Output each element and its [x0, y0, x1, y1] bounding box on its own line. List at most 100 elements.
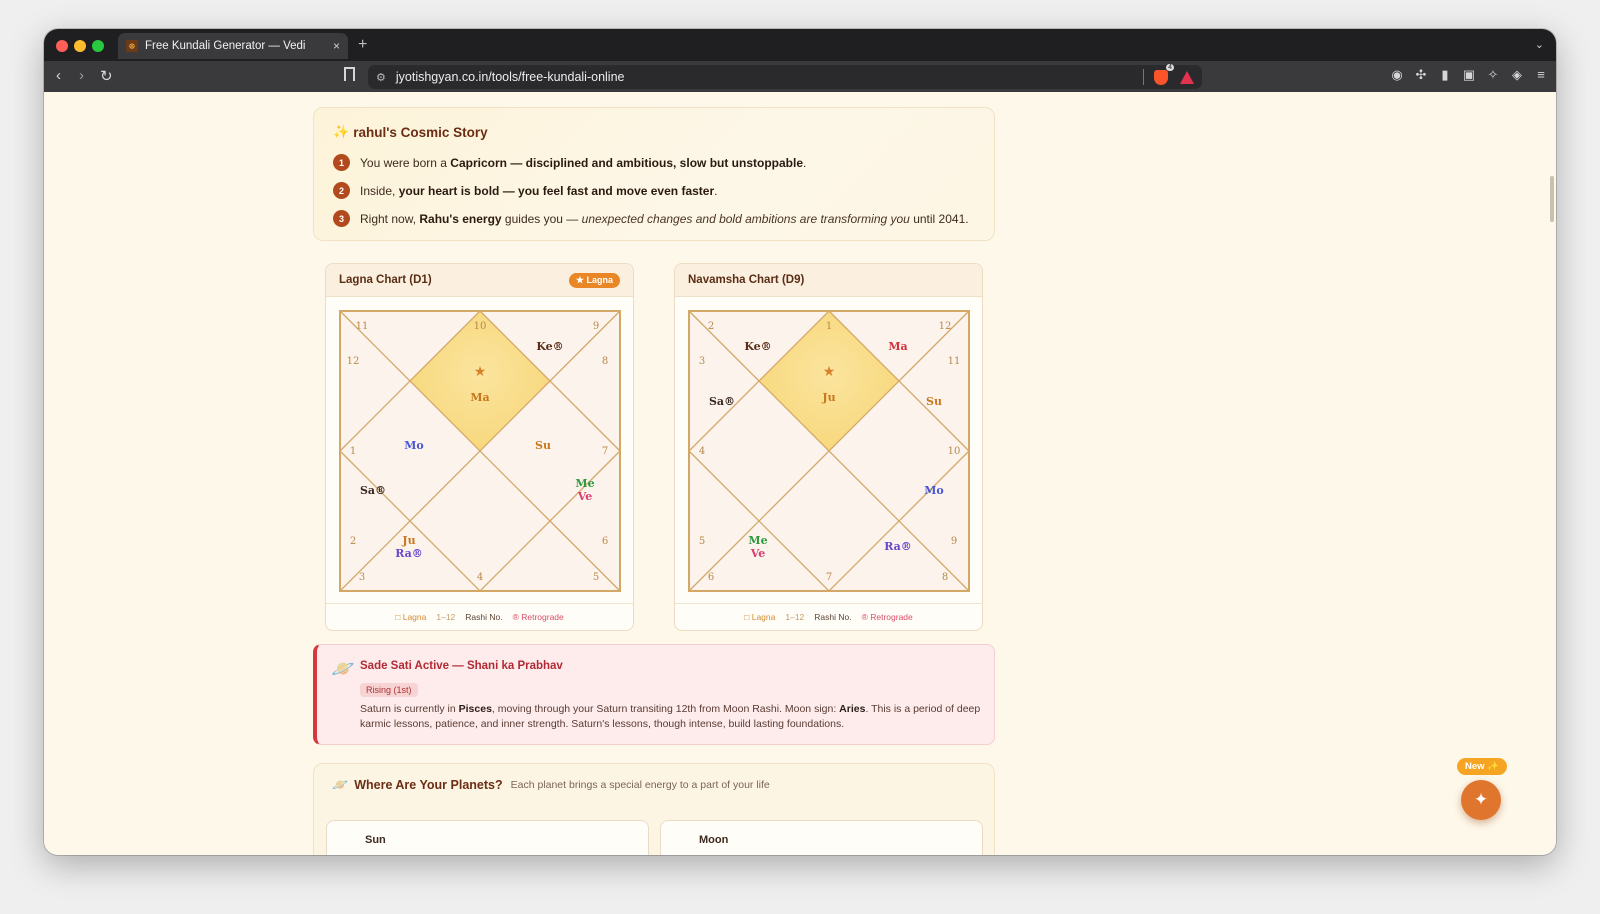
planet-label: Mo	[924, 484, 944, 497]
planet-placements-section: 🪐 Where Are Your Planets? Each planet br…	[313, 763, 995, 855]
brave-rewards-icon[interactable]	[1180, 70, 1194, 84]
ai-assistant-button[interactable]: ✦	[1461, 780, 1501, 820]
text-segment: unexpected changes and bold ambitions ar…	[581, 211, 910, 226]
story-list: 1 You were born a Capricorn — disciplined…	[333, 154, 975, 227]
planet-label: Sa®	[360, 484, 386, 497]
planet-label: Ke®	[744, 340, 771, 353]
legend-lagna: □ Lagna	[395, 612, 427, 622]
bookmark-icon[interactable]	[344, 67, 355, 81]
close-window-button[interactable]	[56, 40, 68, 52]
planet-name: Moon	[699, 834, 729, 846]
site-settings-icon[interactable]: ⚙	[376, 71, 386, 84]
text-segment: You were born a	[360, 155, 451, 170]
house-number: 5	[593, 572, 599, 583]
text-segment: Pisces	[458, 703, 492, 715]
active-tab[interactable]: ☸ Free Kundali Generator — Vedi ×	[118, 33, 348, 59]
text-segment: , moving through your Saturn transiting …	[491, 703, 840, 715]
legend-rashi: Rashi No.	[465, 612, 503, 622]
planet-label: Ve	[750, 547, 766, 560]
browser-window: ☸ Free Kundali Generator — Vedi × + ⌄ ‹ …	[44, 29, 1556, 855]
house-number: 6	[602, 536, 608, 547]
planet-card-moon[interactable]: Moon	[660, 820, 983, 855]
planet-label: Su	[926, 395, 942, 408]
story-item: 2 Inside, your heart is bold — you feel f…	[333, 182, 975, 199]
cosmic-story-card: ✨ rahul's Cosmic Story 1 You were born a …	[313, 107, 995, 241]
planet-label: Ve	[577, 490, 593, 503]
saturn-icon: 🪐	[331, 659, 355, 680]
forward-icon[interactable]: ›	[79, 67, 84, 84]
extensions-icon[interactable]: ✣	[1414, 67, 1428, 83]
legend-lagna: □ Lagna	[744, 612, 776, 622]
navamsha-chart-legend: □ Lagna 1–12 Rashi No. ® Retrograde	[675, 603, 982, 630]
lagna-chart-title: Lagna Chart (D1)	[339, 274, 432, 286]
brave-shields-icon[interactable]	[1154, 63, 1175, 85]
zoom-window-button[interactable]	[92, 40, 104, 52]
text-segment: Aries	[839, 703, 866, 715]
address-bar[interactable]: ⚙ jyotishgyan.co.in/tools/free-kundali-o…	[368, 63, 1202, 89]
url-text[interactable]: jyotishgyan.co.in/tools/free-kundali-onl…	[396, 70, 1143, 84]
tab-list-chevron-icon[interactable]: ⌄	[1535, 38, 1544, 51]
text-segment: guides you —	[501, 211, 582, 226]
planet-label: Ju	[401, 534, 415, 547]
sade-sati-phase-badge: Rising (1st)	[360, 683, 418, 697]
toolbar-icons: ◉ ✣ ▮ ▣ ✧ ◈ ≡	[1390, 67, 1548, 83]
minimize-window-button[interactable]	[74, 40, 86, 52]
sade-sati-alert: 🪐 Sade Sati Active — Shani ka Prabhav Ri…	[313, 644, 995, 745]
planet-label: Ma	[888, 340, 907, 353]
story-step-number: 2	[333, 182, 350, 199]
house-number: 11	[948, 356, 961, 367]
sidebar-icon[interactable]: ▮	[1438, 67, 1452, 83]
lagna-badge: ★ Lagna	[568, 272, 620, 288]
house-number: 12	[347, 356, 360, 367]
text-segment: Rahu's energy	[419, 211, 502, 226]
navamsha-chart-header: Navamsha Chart (D9)	[675, 264, 982, 297]
house-number: 10	[474, 321, 487, 332]
reload-icon[interactable]: ↻	[100, 67, 113, 85]
lagna-chart-card: Lagna Chart (D1) ★ Lagna 10 9 8 7 6 5 4 3 2 1 12 11…	[325, 263, 634, 631]
planet-label: Sa®	[709, 395, 735, 408]
planet-card-sun[interactable]: Sun	[326, 820, 649, 855]
page-content: ✨ rahul's Cosmic Story 1 You were born a …	[44, 92, 1556, 855]
legend-rashi: Rashi No.	[814, 612, 852, 622]
house-number: 7	[602, 446, 608, 457]
text-segment: Inside,	[360, 183, 399, 198]
story-step-number: 3	[333, 210, 350, 227]
page-scrollbar[interactable]	[1550, 176, 1554, 222]
saturn-icon: 🪐	[332, 777, 349, 792]
leo-ai-icon[interactable]: ✧	[1486, 67, 1500, 83]
new-tab-button[interactable]: +	[358, 36, 367, 54]
legend-retrograde: ® Retrograde	[512, 612, 564, 622]
new-feature-pill[interactable]: New ✨	[1457, 758, 1508, 775]
house-number: 8	[942, 572, 948, 583]
tab-close-icon[interactable]: ×	[333, 39, 340, 53]
site-favicon-icon: ☸	[126, 40, 138, 52]
tab-strip: ☸ Free Kundali Generator — Vedi × + ⌄	[44, 29, 1556, 61]
text-segment: your heart is bold — you feel fast and m…	[398, 183, 715, 198]
house-number: 9	[593, 321, 599, 332]
planets-title: Where Are Your Planets?	[354, 778, 503, 792]
sade-sati-title: Sade Sati Active — Shani ka Prabhav	[360, 660, 563, 672]
cosmic-story-heading: ✨ rahul's Cosmic Story	[333, 124, 975, 140]
house-number: 4	[699, 446, 705, 457]
lagna-star-icon: ★	[823, 363, 836, 379]
screenshot-icon[interactable]: ◉	[1390, 67, 1404, 83]
lagna-star-icon: ★	[474, 363, 487, 379]
vpn-icon[interactable]: ◈	[1510, 67, 1524, 83]
house-number: 3	[359, 572, 365, 583]
sparkle-magic-icon: ✦	[1473, 790, 1489, 809]
sparkle-icon: ✨	[333, 124, 350, 139]
story-text: Right now, Rahu's energy guides you — un…	[360, 212, 969, 226]
story-text: You were born a Capricorn — disciplined …	[360, 156, 806, 170]
story-text: Inside, your heart is bold — you feel fa…	[360, 184, 717, 198]
back-icon[interactable]: ‹	[56, 67, 61, 84]
text-segment: .	[803, 155, 807, 170]
legend-range: 1–12	[436, 612, 456, 622]
wallet-icon[interactable]: ▣	[1462, 67, 1476, 83]
planet-label: Me	[575, 477, 594, 490]
house-number: 4	[477, 572, 483, 583]
house-number: 1	[350, 446, 356, 457]
house-number: 10	[948, 446, 961, 457]
house-number: 3	[699, 356, 705, 367]
cosmic-story-title: rahul's Cosmic Story	[353, 124, 488, 140]
menu-icon[interactable]: ≡	[1534, 67, 1548, 83]
